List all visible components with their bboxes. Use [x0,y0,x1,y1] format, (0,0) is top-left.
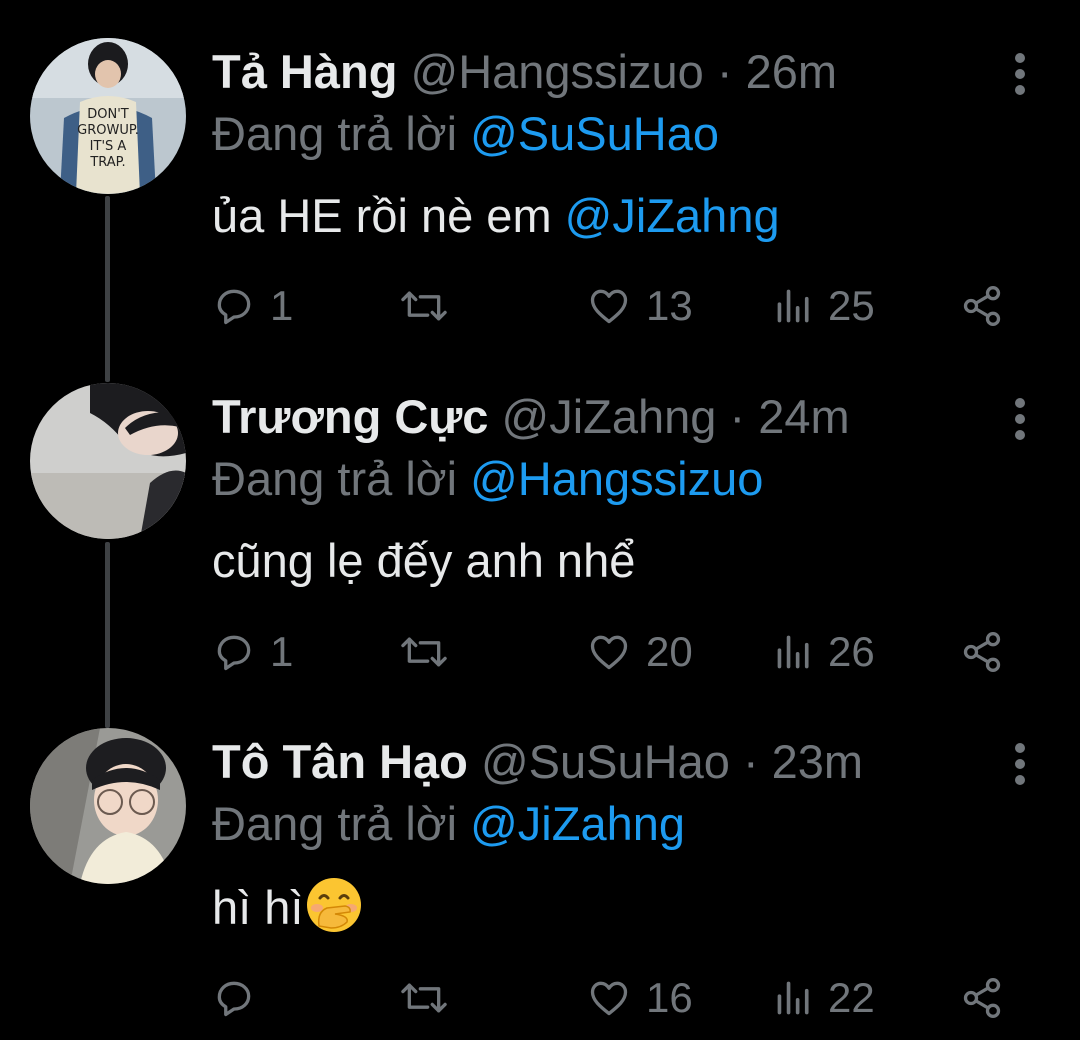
display-name[interactable]: Trương Cực [212,390,488,443]
separator-dot: · [716,45,733,98]
tweet-actions: 1 13 25 [212,278,1012,334]
reply-button[interactable]: 1 [212,624,293,680]
share-button[interactable] [960,624,1004,680]
views-count: 25 [828,282,875,329]
reply-button[interactable]: 1 [212,278,293,334]
like-count: 20 [646,628,693,675]
user-handle[interactable]: @Hangssizuo [410,45,703,98]
share-button[interactable] [960,278,1004,334]
reply-button[interactable] [212,970,270,1026]
tweet-text-body: hì hì [212,881,304,934]
views-count: 22 [828,974,875,1021]
avatar[interactable] [30,383,186,539]
tweet-text: cũng lẹ đếy anh nhể [212,531,1020,591]
like-button[interactable]: 16 [586,970,693,1026]
tweet-text: hì hì [212,876,1020,938]
tweet-actions: 1 20 26 [212,624,1012,680]
replying-to-label: Đang trả lời [212,107,458,160]
replying-to: Đang trả lời @Hangssizuo [212,449,1020,509]
svg-text:DON'T: DON'T [87,107,129,122]
like-button[interactable]: 20 [586,624,693,680]
tweet[interactable]: Tô Tân Hạo @SuSuHao · 23m Đang trả lời @… [0,690,1080,1040]
retweet-icon [401,983,447,1013]
tweet-text: ủa HE rồi nè em @JiZahng [212,186,1020,246]
share-icon [963,632,1001,672]
user-handle[interactable]: @JiZahng [502,390,717,443]
tweet[interactable]: Trương Cực @JiZahng · 24m Đang trả lời @… [0,345,1080,690]
separator-dot: · [729,390,746,443]
tweet[interactable]: DON'T GROWUP. IT'S A TRAP. Tả Hàng @Hang… [0,0,1080,345]
views-button[interactable]: 22 [774,970,875,1026]
tweet-thread: DON'T GROWUP. IT'S A TRAP. Tả Hàng @Hang… [0,0,1080,1040]
more-vertical-icon[interactable] [1008,52,1032,96]
views-button[interactable]: 26 [774,624,875,680]
timestamp[interactable]: 24m [758,390,849,443]
heart-icon [590,981,628,1016]
more-vertical-icon[interactable] [1008,742,1032,786]
reply-icon [217,981,251,1017]
tweet-header: Trương Cực @JiZahng · 24m [212,387,1020,447]
retweet-icon [401,291,447,321]
tweet-content: Tô Tân Hạo @SuSuHao · 23m Đang trả lời @… [212,732,1020,938]
replying-to-label: Đang trả lời [212,797,458,850]
display-name[interactable]: Tô Tân Hạo [212,735,468,788]
timestamp[interactable]: 26m [746,45,837,98]
retweet-button[interactable] [398,970,464,1026]
heart-icon [590,289,628,324]
tweet-content: Tả Hàng @Hangssizuo · 26m Đang trả lời @… [212,42,1020,246]
replying-to-mention[interactable]: @Hangssizuo [470,452,763,505]
reply-count: 1 [270,282,294,329]
views-icon [777,289,809,323]
separator-dot: · [742,735,759,788]
display-name[interactable]: Tả Hàng [212,45,397,98]
views-button[interactable]: 25 [774,278,875,334]
tweet-text-body: cũng lẹ đếy anh nhể [212,534,636,587]
more-vertical-icon[interactable] [1008,397,1032,441]
tweet-content: Trương Cực @JiZahng · 24m Đang trả lời @… [212,387,1020,591]
retweet-button[interactable] [398,624,464,680]
tweet-text-body: ủa HE rồi nè em [212,189,565,242]
views-count: 26 [828,628,875,675]
svg-text:TRAP.: TRAP. [89,155,125,170]
avatar[interactable]: DON'T GROWUP. IT'S A TRAP. [30,38,186,194]
replying-to: Đang trả lời @JiZahng [212,794,1020,854]
tweet-header: Tả Hàng @Hangssizuo · 26m [212,42,1020,102]
views-icon [777,635,809,669]
avatar[interactable] [30,728,186,884]
share-icon [963,978,1001,1018]
replying-to-mention[interactable]: @JiZahng [470,797,685,850]
tweet-text-mention[interactable]: @JiZahng [565,189,780,242]
replying-to-label: Đang trả lời [212,452,458,505]
like-count: 13 [646,282,693,329]
tweet-header: Tô Tân Hạo @SuSuHao · 23m [212,732,1020,792]
reply-count: 1 [270,628,294,675]
tweet-actions: 16 22 [212,970,1012,1026]
reply-icon [217,289,251,325]
svg-text:IT'S A: IT'S A [90,139,127,154]
heart-icon [590,635,628,670]
svg-text:GROWUP.: GROWUP. [77,123,139,138]
retweet-icon [401,637,447,667]
views-icon [777,981,809,1015]
share-button[interactable] [960,970,1004,1026]
face-with-hand-over-mouth-icon [305,876,363,934]
timestamp[interactable]: 23m [772,735,863,788]
retweet-button[interactable] [398,278,464,334]
reply-icon [217,635,251,671]
share-icon [963,286,1001,326]
like-button[interactable]: 13 [586,278,693,334]
replying-to-mention[interactable]: @SuSuHao [470,107,719,160]
replying-to: Đang trả lời @SuSuHao [212,104,1020,164]
user-handle[interactable]: @SuSuHao [481,735,730,788]
like-count: 16 [646,974,693,1021]
